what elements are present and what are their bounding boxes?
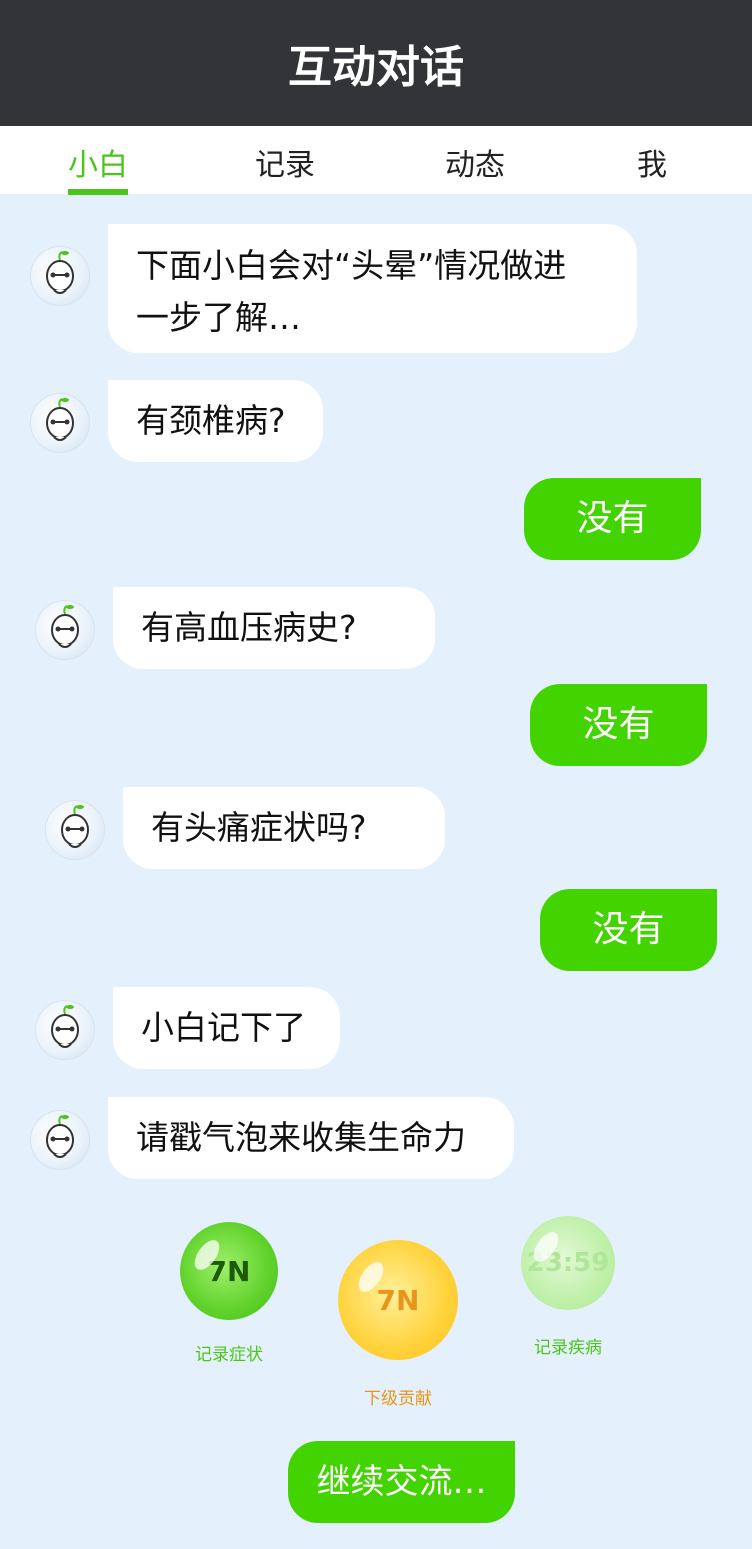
energy-bubble-disease[interactable]: 23:59 xyxy=(521,1216,615,1310)
continue-label: 继续交流… xyxy=(316,1462,487,1502)
tab-records[interactable]: 记录 xyxy=(255,140,315,184)
app-header: 互动对话 xyxy=(0,0,752,126)
bot-avatar-icon xyxy=(35,1000,95,1060)
bot-avatar-icon xyxy=(45,800,105,860)
bot-avatar-icon xyxy=(30,246,90,306)
bot-message: 有头痛症状吗? xyxy=(123,787,445,869)
user-reply: 没有 xyxy=(524,478,701,560)
bot-message: 有颈椎病? xyxy=(108,380,323,462)
energy-bubble-contribution[interactable]: 7N xyxy=(338,1240,458,1360)
message-text: 有头痛症状吗? xyxy=(151,808,367,847)
message-text: 有高血压病史? xyxy=(141,608,357,647)
reply-text: 没有 xyxy=(576,498,649,539)
bubble-value: 7N xyxy=(376,1283,420,1317)
user-reply: 没有 xyxy=(530,684,707,766)
tab-activity[interactable]: 动态 xyxy=(445,140,505,184)
message-text: 有颈椎病? xyxy=(136,401,286,440)
bot-message: 下面小白会对“头晕”情况做进 一步了解… xyxy=(108,224,637,353)
tab-me[interactable]: 我 xyxy=(637,140,667,184)
message-text: 请戳气泡来收集生命力 xyxy=(136,1118,466,1157)
bot-message: 请戳气泡来收集生命力 xyxy=(108,1097,514,1179)
bot-avatar-icon xyxy=(30,1110,90,1170)
message-text-line: 下面小白会对“头晕”情况做进 xyxy=(136,246,567,285)
bubble-label: 记录症状 xyxy=(195,1345,263,1365)
tab-xiaobai[interactable]: 小白 xyxy=(68,140,128,184)
message-text-line: 一步了解… xyxy=(136,298,301,337)
bot-message: 有高血压病史? xyxy=(113,587,435,669)
bot-avatar-icon xyxy=(30,393,90,453)
bot-message: 小白记下了 xyxy=(113,987,340,1069)
reply-text: 没有 xyxy=(582,704,655,745)
energy-bubble-symptoms[interactable]: 7N xyxy=(180,1222,278,1320)
tab-bar: 小白 记录 动态 我 xyxy=(0,126,752,194)
message-text: 小白记下了 xyxy=(141,1008,306,1047)
active-tab-indicator xyxy=(68,189,128,195)
user-reply: 没有 xyxy=(540,889,717,971)
page-title: 互动对话 xyxy=(288,42,464,93)
bot-avatar-icon xyxy=(35,600,95,660)
continue-chat-button[interactable]: 继续交流… xyxy=(288,1441,515,1523)
reply-text: 没有 xyxy=(592,909,665,950)
bubble-label: 记录疾病 xyxy=(534,1338,602,1358)
bubble-label: 下级贡献 xyxy=(364,1389,432,1409)
